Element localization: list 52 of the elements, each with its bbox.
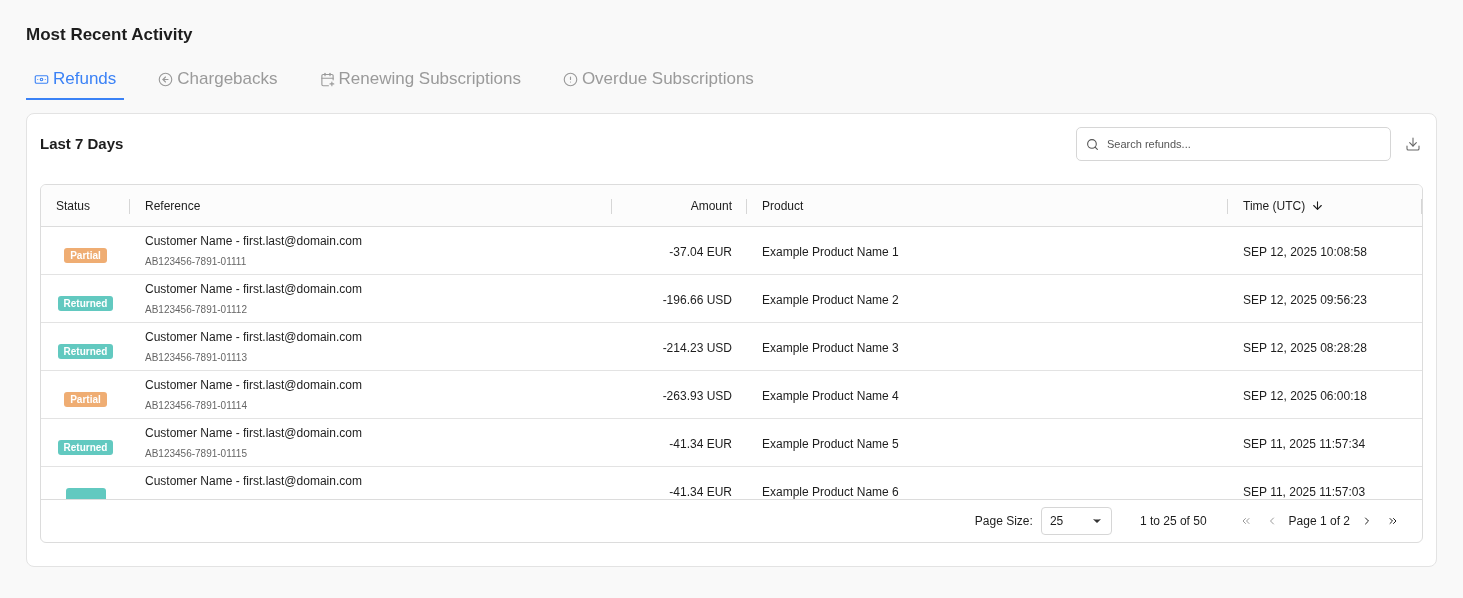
search-input[interactable]: Search refunds...	[1107, 135, 1381, 153]
amount-text: -214.23 USD	[662, 340, 732, 357]
product-text: Example Product Name 3	[762, 340, 899, 357]
time-text: SEP 12, 2025 09:56:23	[1243, 292, 1367, 309]
amount-text: -37.04 EUR	[669, 244, 732, 261]
reference-text: AB123456-7891-01114	[145, 399, 248, 413]
search-field[interactable]: Search refunds...	[1076, 127, 1391, 161]
customer-text: Customer Name - first.last@domain.com	[145, 233, 363, 250]
column-header[interactable]: Reference	[145, 196, 201, 215]
amount-text: -196.66 USD	[662, 292, 732, 309]
column-header[interactable]: Amount	[690, 196, 732, 215]
customer-text: Customer Name - first.last@domain.com	[145, 329, 363, 346]
column-header[interactable]: Product	[762, 196, 804, 215]
product-text: Example Product Name 4	[762, 388, 899, 405]
tab[interactable]: Refunds	[26, 60, 125, 100]
product-text: Example Product Name 1	[762, 244, 899, 261]
status-badge: Returned	[57, 295, 114, 311]
status-badge: Returned	[57, 439, 114, 455]
reference-text: AB123456-7891-01115	[145, 447, 248, 461]
page-indicator: Page 1 of 2	[1288, 513, 1350, 530]
product-text: Example Product Name 5	[762, 436, 899, 453]
reference-text: AB123456-7891-01111	[145, 255, 248, 269]
column-header[interactable]: Status	[56, 196, 91, 215]
alert-icon	[562, 71, 578, 87]
amount-text: -41.34 EUR	[669, 436, 732, 453]
time-text: SEP 12, 2025 10:08:58	[1243, 244, 1367, 261]
range-text: 1 to 25 of 50	[1139, 513, 1207, 530]
status-badge: Partial	[64, 247, 107, 263]
status-badge: Partial	[64, 391, 107, 407]
product-text: Example Product Name 6	[762, 484, 899, 499]
panel-title: Last 7 Days	[40, 133, 125, 154]
time-text: SEP 12, 2025 06:00:18	[1243, 388, 1367, 405]
double-chevron-right-icon	[1387, 515, 1399, 527]
calendar-icon	[319, 71, 335, 87]
product-text: Example Product Name 2	[762, 292, 899, 309]
amount-text: -41.34 EUR	[669, 484, 732, 499]
time-text: SEP 11, 2025 11:57:34	[1243, 436, 1366, 453]
customer-text: Customer Name - first.last@domain.com	[145, 473, 363, 490]
section-title: Most Recent Activity	[26, 24, 194, 44]
time-text: SEP 11, 2025 11:57:03	[1243, 484, 1366, 499]
page-size-label: Page Size:	[974, 513, 1033, 530]
page-size-select[interactable]: 25	[1040, 507, 1112, 535]
customer-text: Customer Name - first.last@domain.com	[145, 425, 363, 442]
amount-text: -263.93 USD	[662, 388, 732, 405]
reference-text: AB123456-7891-01113	[145, 351, 248, 365]
customer-text: Customer Name - first.last@domain.com	[145, 281, 363, 298]
customer-text: Customer Name - first.last@domain.com	[145, 377, 363, 394]
time-text: SEP 12, 2025 08:28:28	[1243, 340, 1367, 357]
status-badge: Returned	[57, 343, 114, 359]
search-icon	[1086, 137, 1099, 151]
column-header[interactable]: Time (UTC)	[1243, 196, 1325, 215]
reference-text: AB123456-7891-01112	[145, 303, 248, 317]
